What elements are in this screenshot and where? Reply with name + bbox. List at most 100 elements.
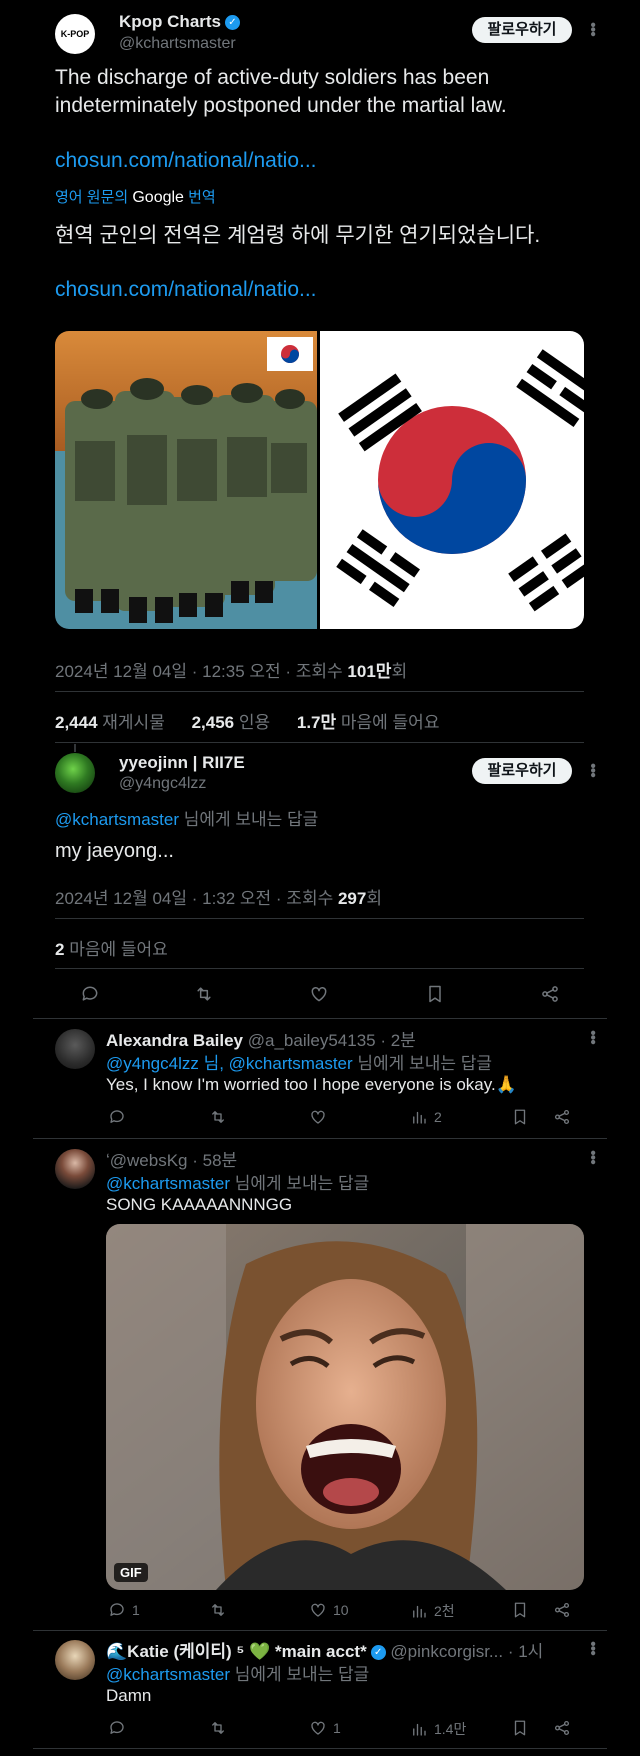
reply-button[interactable] bbox=[108, 1719, 126, 1737]
author-name[interactable]: 🌊Katie (케이티) ⁵ 💚 *main acct* bbox=[106, 1642, 367, 1661]
translation-prefix: 영어 원문의 bbox=[55, 189, 129, 206]
views-button[interactable]: 1.4만 bbox=[410, 1719, 466, 1739]
quotes-stat[interactable]: 2,456 인용 bbox=[192, 713, 271, 732]
bar-chart-icon bbox=[413, 1605, 426, 1618]
reply-timestamp[interactable]: 2024년 12월 04일 · 1:32 오전 · 조회수 297회 bbox=[55, 884, 382, 909]
divider bbox=[55, 691, 584, 692]
view-suffix: 회 bbox=[366, 889, 382, 908]
tweet-timestamp[interactable]: 2024년 12월 04일 · 12:35 오전 · 조회수 101만회 bbox=[55, 657, 407, 682]
author-handle[interactable]: @kchartsmaster bbox=[119, 35, 236, 53]
views-count: 2천 bbox=[434, 1603, 455, 1619]
view-suffix: 회 bbox=[391, 662, 408, 681]
like-button[interactable] bbox=[309, 984, 329, 1004]
bookmark-button[interactable] bbox=[425, 984, 445, 1004]
retweets-stat[interactable]: 2,444 재게시물 bbox=[55, 713, 165, 732]
reply-to-handle[interactable]: @kchartsmaster bbox=[55, 810, 179, 829]
view-count: 297 bbox=[337, 889, 367, 908]
reply-context: @kchartsmaster 님에게 보내는 답글 bbox=[55, 805, 318, 830]
avatar[interactable] bbox=[55, 1640, 95, 1680]
likes-stat[interactable]: 1.7만 마음에 들어요 bbox=[297, 713, 440, 732]
translated-text: 현역 군인의 전역은 계엄령 하에 무기한 연기되었습니다. bbox=[55, 224, 541, 247]
share-icon bbox=[554, 1109, 570, 1125]
retweets-label: 재게시물 bbox=[102, 713, 165, 732]
timestamp-text: 2024년 12월 04일 · 12:35 오전 · 조회수 bbox=[55, 662, 343, 681]
author-name[interactable]: Kpop Charts bbox=[119, 12, 221, 31]
reply-to-handle[interactable]: @kchartsmaster bbox=[106, 1174, 230, 1193]
author-handle[interactable]: @pinkcorgisr... bbox=[390, 1642, 503, 1661]
follow-button[interactable]: 팔로우하기 bbox=[472, 758, 572, 784]
author-name[interactable]: Alexandra Bailey bbox=[106, 1031, 243, 1050]
more-options-icon[interactable]: ••• bbox=[583, 1641, 601, 1655]
more-options-icon[interactable]: ••• bbox=[583, 1030, 601, 1044]
post-time[interactable]: · 1시 bbox=[508, 1642, 543, 1661]
reply-text: Damn bbox=[106, 1686, 152, 1705]
share-button[interactable] bbox=[553, 1719, 571, 1737]
bookmark-icon bbox=[514, 1602, 526, 1618]
reply-to-suffix: 님에게 보내는 답글 bbox=[234, 1665, 370, 1684]
verified-badge-icon: ✓ bbox=[225, 15, 240, 31]
like-button[interactable]: 10 bbox=[309, 1601, 349, 1619]
divider bbox=[33, 1748, 607, 1749]
author-handle[interactable]: @a_bailey54135 bbox=[248, 1031, 376, 1050]
bar-chart-icon bbox=[413, 1723, 426, 1736]
avatar[interactable] bbox=[55, 753, 95, 793]
author-handle[interactable]: @y4ngc4lzz bbox=[119, 775, 206, 793]
more-options-icon[interactable]: ••• bbox=[583, 1150, 601, 1164]
retweet-icon bbox=[212, 1111, 224, 1123]
reply-text: Yes, I know I'm worried too I hope every… bbox=[106, 1075, 517, 1094]
reply-context: @y4ngc4lzz 님, @kchartsmaster 님에게 보내는 답글 bbox=[106, 1049, 492, 1074]
retweet-button[interactable] bbox=[209, 1108, 227, 1126]
more-options-icon[interactable]: ••• bbox=[583, 763, 601, 777]
avatar[interactable] bbox=[55, 1029, 95, 1069]
share-button[interactable] bbox=[553, 1601, 571, 1619]
retweet-button[interactable] bbox=[209, 1601, 227, 1619]
reply-button[interactable]: 1 bbox=[108, 1601, 140, 1619]
retweets-count: 2,444 bbox=[55, 713, 98, 732]
bar-chart-icon bbox=[413, 1111, 426, 1124]
post-time[interactable]: · 58분 bbox=[192, 1151, 237, 1170]
share-button[interactable] bbox=[553, 1108, 571, 1126]
quotes-count: 2,456 bbox=[191, 713, 235, 732]
tweet-link[interactable]: chosun.com/national/natio... bbox=[55, 149, 317, 173]
likes-stat[interactable]: 2 마음에 들어요 bbox=[55, 935, 168, 960]
avatar[interactable] bbox=[55, 1149, 95, 1189]
reply-to-suffix: 님에게 보내는 답글 bbox=[234, 1174, 370, 1193]
avatar-logo-text: K-POP bbox=[60, 29, 90, 39]
reply-to-handle[interactable]: @kchartsmaster bbox=[106, 1665, 230, 1684]
tweet-text: The discharge of active-duty soldiers ha… bbox=[55, 66, 507, 117]
more-options-icon[interactable]: ••• bbox=[583, 22, 601, 36]
post-time[interactable]: · 2분 bbox=[380, 1031, 415, 1050]
bookmark-button[interactable] bbox=[511, 1719, 529, 1737]
divider bbox=[33, 1018, 607, 1019]
avatar[interactable]: K-POP bbox=[55, 14, 95, 54]
reply-to-handle[interactable]: @y4ngc4lzz 님, @kchartsmaster bbox=[106, 1054, 353, 1073]
views-button[interactable]: 2천 bbox=[410, 1601, 455, 1621]
retweet-button[interactable] bbox=[194, 984, 214, 1004]
retweet-button[interactable] bbox=[209, 1719, 227, 1737]
bookmark-button[interactable] bbox=[511, 1601, 529, 1619]
reply-button[interactable] bbox=[108, 1108, 126, 1126]
tweet-link-2[interactable]: chosun.com/national/natio... bbox=[55, 278, 317, 302]
views-button[interactable]: 2 bbox=[410, 1108, 442, 1126]
share-icon bbox=[554, 1720, 570, 1736]
share-icon bbox=[542, 986, 558, 1002]
like-button[interactable]: 1 bbox=[309, 1719, 341, 1737]
engagement-stats: 2,444 재게시물 2,456 인용 1.7만 마음에 들어요 bbox=[55, 708, 439, 733]
author-handle[interactable]: ʻ@websKg bbox=[106, 1151, 188, 1170]
reply-button[interactable] bbox=[80, 984, 100, 1004]
reply-icon bbox=[110, 1603, 124, 1616]
bookmark-icon bbox=[514, 1109, 526, 1125]
bookmark-button[interactable] bbox=[511, 1108, 529, 1126]
share-button[interactable] bbox=[540, 984, 560, 1004]
translation-attribution[interactable]: 영어 원문의 Google 번역 bbox=[55, 186, 216, 207]
like-button[interactable] bbox=[309, 1108, 327, 1126]
divider bbox=[55, 918, 584, 919]
author-name[interactable]: yyeojinn | RII7E bbox=[119, 753, 245, 773]
reply-to-suffix: 님에게 보내는 답글 bbox=[183, 810, 319, 829]
tweet-media[interactable] bbox=[55, 331, 584, 629]
reply-gif[interactable]: GIF bbox=[106, 1224, 584, 1590]
heart-icon bbox=[311, 1110, 325, 1124]
bookmark-icon bbox=[429, 985, 441, 1003]
follow-button[interactable]: 팔로우하기 bbox=[472, 17, 572, 43]
gif-badge: GIF bbox=[114, 1563, 148, 1582]
